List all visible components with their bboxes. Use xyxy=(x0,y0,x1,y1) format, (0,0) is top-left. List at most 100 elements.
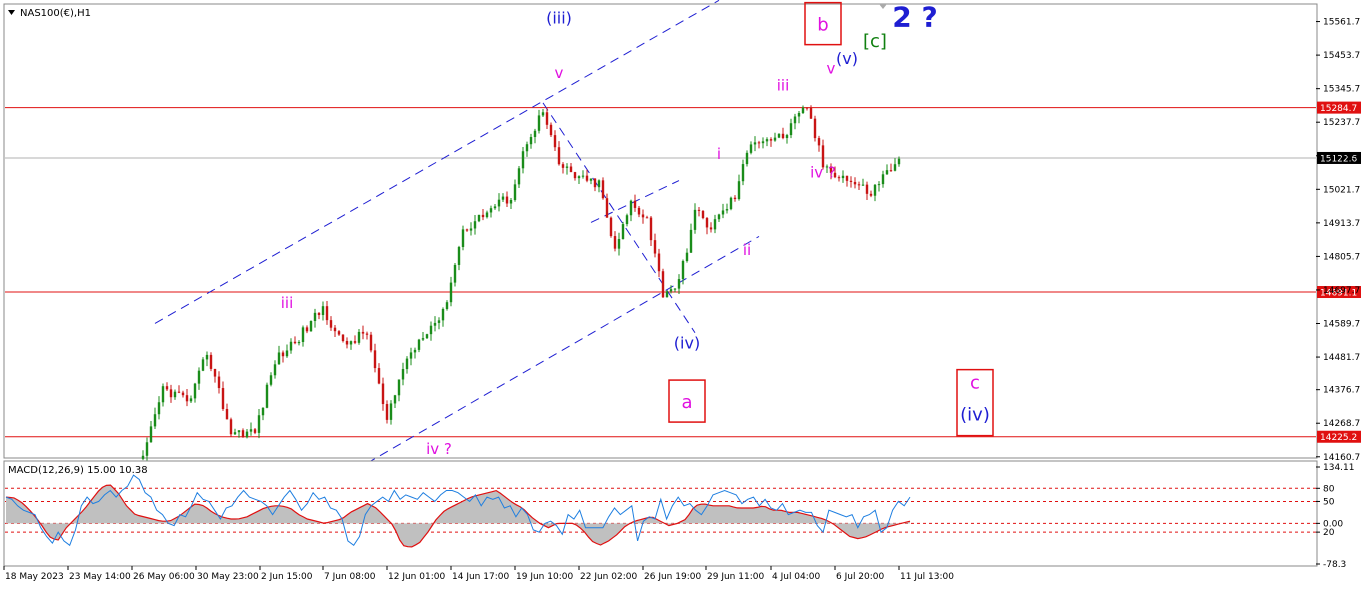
candle-body xyxy=(577,176,581,179)
candle-body xyxy=(197,370,201,384)
candle-body xyxy=(637,207,641,215)
candle-body xyxy=(201,359,205,371)
candle-body xyxy=(709,227,713,230)
candle-body xyxy=(581,175,585,177)
candle-body xyxy=(641,214,645,218)
time-tick-label: 30 May 23:00 xyxy=(197,572,259,582)
candle-body xyxy=(433,322,437,326)
candle-body xyxy=(865,184,869,194)
candle-body xyxy=(317,312,321,316)
wave-label: iv ? xyxy=(426,440,452,458)
candle-body xyxy=(193,383,197,399)
candle-body xyxy=(393,395,397,404)
candle-body xyxy=(369,334,373,351)
candle-body xyxy=(273,364,277,376)
price-tick-label: 14589.7 xyxy=(1323,320,1360,330)
candle-body xyxy=(465,229,469,231)
candle-body xyxy=(397,379,401,396)
time-axis: 18 May 2023 23 May 14:00 26 May 06:00 30 Ma… xyxy=(3,566,954,582)
candle-body xyxy=(153,414,157,427)
main-pane-frame xyxy=(3,3,1318,459)
price-tag-label: 14225.2 xyxy=(1320,433,1357,443)
candle-body xyxy=(181,392,185,396)
candle-body xyxy=(377,368,381,384)
candle-body xyxy=(177,391,181,393)
candle-body xyxy=(213,368,217,377)
macd-tick-label: 134.11 xyxy=(1323,463,1355,473)
price-tick-label: 14697.7 xyxy=(1323,286,1360,296)
candle-body xyxy=(717,214,721,220)
candle-body xyxy=(733,197,737,200)
candle-body xyxy=(157,402,161,415)
candle-body xyxy=(633,200,637,208)
candle-body xyxy=(461,229,465,247)
candle-body xyxy=(753,142,757,145)
candle-body xyxy=(149,426,153,443)
candle-body xyxy=(497,199,501,207)
candle-body xyxy=(245,431,249,438)
wave-label: i xyxy=(717,145,721,163)
time-tick-label: 26 May 06:00 xyxy=(133,572,195,582)
candle-body xyxy=(261,407,265,416)
candle-body xyxy=(225,408,229,420)
macd-pane[interactable]: MACD(12,26,9) 15.00 10.38 134.1180500.00… xyxy=(3,460,1355,570)
candle-body xyxy=(561,164,565,168)
price-tick-label: 15561.7 xyxy=(1323,18,1360,28)
time-tick-label: 23 May 14:00 xyxy=(69,572,131,582)
candle-body xyxy=(341,334,345,341)
candle-body xyxy=(645,217,649,219)
candle-body xyxy=(749,144,753,153)
candle-body xyxy=(549,124,553,136)
price-tick-label: 14913.7 xyxy=(1323,219,1360,229)
candle-body xyxy=(685,252,689,262)
candle-body xyxy=(853,181,857,185)
candle-body xyxy=(237,430,241,433)
time-tick-label: 22 Jun 02:00 xyxy=(580,572,637,582)
candle-body xyxy=(789,123,793,136)
candle-body xyxy=(185,395,189,402)
candle-body xyxy=(885,170,889,175)
main-pane[interactable]: NAS100(€),H1 15284.715122.614691.114225.… xyxy=(3,0,1361,464)
price-tick-label: 14160.7 xyxy=(1323,453,1360,463)
candle-body xyxy=(489,208,493,213)
candle-body xyxy=(617,239,621,249)
time-tick-label: 7 Jun 08:00 xyxy=(324,572,376,582)
candle-body xyxy=(469,228,473,231)
candle-body xyxy=(409,352,413,359)
candle-body xyxy=(257,415,261,433)
price-tick-label: 15129.7 xyxy=(1323,152,1360,162)
candle-body xyxy=(429,325,433,335)
candle-body xyxy=(405,358,409,370)
price-tick-label: 15345.7 xyxy=(1323,85,1360,95)
candle-body xyxy=(413,349,417,353)
candle-body xyxy=(657,253,661,272)
chart-canvas[interactable]: NAS100(€),H1 15284.715122.614691.114225.… xyxy=(0,0,1366,588)
candle-body xyxy=(741,164,745,182)
candle-body xyxy=(585,175,589,181)
time-tick-label: 4 Jul 04:00 xyxy=(772,572,821,582)
candle-body xyxy=(517,168,521,185)
candle-body xyxy=(797,112,801,117)
wave-box-label: a xyxy=(681,392,692,413)
candle-body xyxy=(597,180,601,188)
candle-body xyxy=(613,236,617,249)
candle-body xyxy=(725,209,729,211)
candle-body xyxy=(793,116,797,124)
candle-body xyxy=(593,178,597,188)
candle-body xyxy=(229,419,233,435)
candle-body xyxy=(781,133,785,139)
candle-body xyxy=(441,308,445,321)
candle-body xyxy=(169,389,173,398)
wave-label: iii xyxy=(281,294,294,312)
candle-body xyxy=(141,455,145,459)
wave-label: ii xyxy=(743,241,751,259)
time-tick-label: 29 Jun 11:00 xyxy=(707,572,764,582)
candle-body xyxy=(473,221,477,229)
candle-body xyxy=(629,200,633,216)
candle-body xyxy=(621,224,625,240)
candle-body xyxy=(609,217,613,237)
price-tick-label: 15453.7 xyxy=(1323,51,1360,61)
candle-body xyxy=(701,210,705,219)
wave-label: (v) xyxy=(836,49,858,68)
candle-body xyxy=(485,212,489,218)
